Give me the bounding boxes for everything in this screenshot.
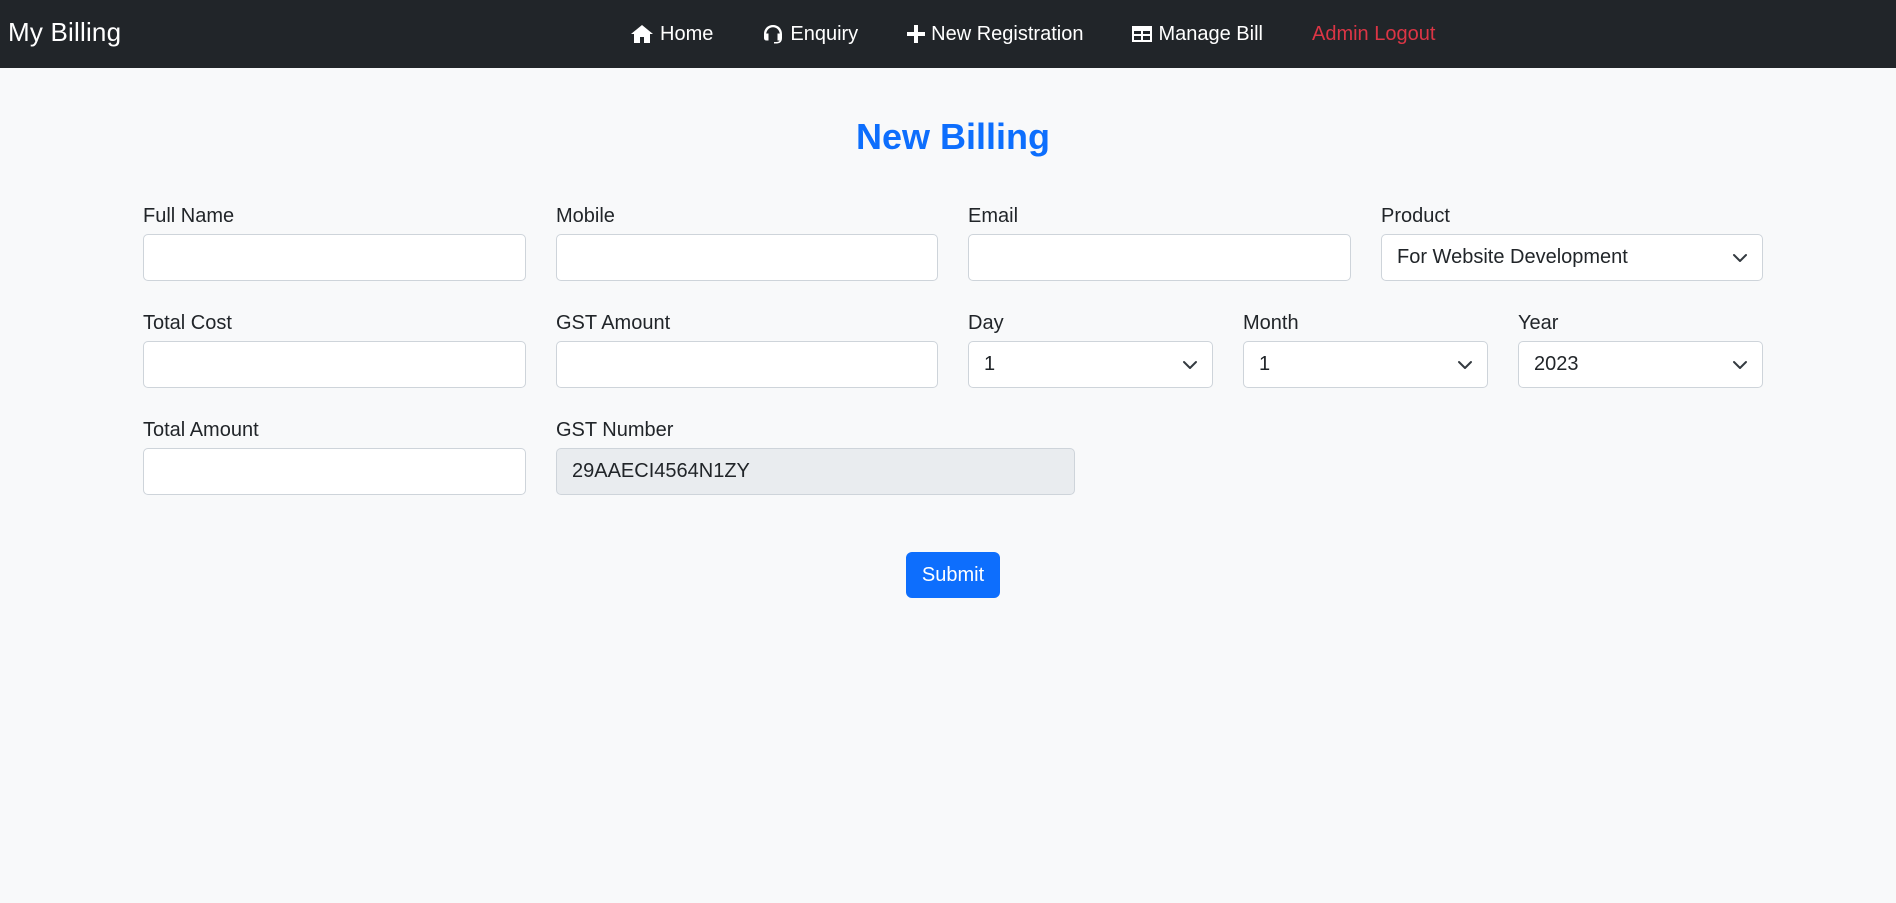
chevron-down-icon [1183, 360, 1197, 369]
day-selected-value: 1 [984, 353, 996, 375]
table-icon [1132, 26, 1153, 42]
nav-manage-bill-label: Manage Bill [1158, 22, 1263, 45]
day-label: Day [968, 312, 1004, 334]
month-group: Month 1 [1243, 311, 1488, 388]
plus-icon [907, 25, 926, 43]
mobile-input[interactable] [556, 234, 938, 281]
home-icon [631, 25, 653, 43]
total-cost-label: Total Cost [143, 312, 232, 334]
product-group: Product For Website Development [1381, 204, 1763, 281]
total-amount-group: Total Amount [143, 418, 526, 495]
total-cost-input[interactable] [143, 341, 526, 388]
full-name-label: Full Name [143, 205, 235, 227]
day-group: Day 1 [968, 311, 1213, 388]
chevron-down-icon [1733, 360, 1747, 369]
headset-icon [764, 25, 783, 44]
email-group: Email [968, 204, 1351, 281]
gst-number-label: GST Number [556, 419, 674, 441]
total-amount-label: Total Amount [143, 419, 259, 441]
nav-home[interactable]: Home [630, 23, 713, 46]
year-select[interactable]: 2023 [1518, 341, 1763, 388]
month-selected-value: 1 [1259, 353, 1271, 375]
chevron-down-icon [1733, 253, 1747, 262]
gst-amount-label: GST Amount [556, 312, 671, 334]
product-label: Product [1381, 205, 1450, 227]
nav-new-registration[interactable]: New Registration [907, 23, 1083, 46]
product-selected-value: For Website Development [1397, 246, 1628, 268]
month-select[interactable]: 1 [1243, 341, 1488, 388]
nav-enquiry-label: Enquiry [790, 22, 859, 45]
email-label: Email [968, 205, 1019, 227]
submit-button[interactable]: Submit [906, 552, 1000, 598]
navbar: My Billing Home Enquiry New Registration… [0, 0, 1896, 68]
page-title: New Billing [855, 116, 1050, 157]
gst-amount-group: GST Amount [556, 311, 938, 388]
year-selected-value: 2023 [1534, 353, 1579, 375]
brand-logo[interactable]: My Billing [8, 17, 121, 48]
nav-admin-logout[interactable]: Admin Logout [1312, 23, 1435, 46]
year-label: Year [1518, 312, 1559, 334]
gst-amount-input[interactable] [556, 341, 938, 388]
email-input[interactable] [968, 234, 1351, 281]
year-group: Year 2023 [1518, 311, 1763, 388]
month-label: Month [1243, 312, 1299, 334]
mobile-label: Mobile [556, 205, 615, 227]
nav-enquiry[interactable]: Enquiry [762, 23, 858, 46]
nav-new-registration-label: New Registration [931, 22, 1084, 45]
gst-number-field: 29AAECI4564N1ZY [556, 448, 1075, 495]
nav-manage-bill[interactable]: Manage Bill [1132, 23, 1263, 46]
chevron-down-icon [1458, 360, 1472, 369]
full-name-group: Full Name [143, 204, 526, 281]
total-cost-group: Total Cost [143, 311, 526, 388]
mobile-group: Mobile [556, 204, 938, 281]
gst-number-group: GST Number 29AAECI4564N1ZY [556, 418, 1075, 495]
day-select[interactable]: 1 [968, 341, 1213, 388]
product-select[interactable]: For Website Development [1381, 234, 1763, 281]
full-name-input[interactable] [143, 234, 526, 281]
total-amount-input[interactable] [143, 448, 526, 495]
nav-menu: Home Enquiry New Registration Manage Bil… [630, 0, 1435, 68]
nav-home-label: Home [660, 22, 714, 45]
